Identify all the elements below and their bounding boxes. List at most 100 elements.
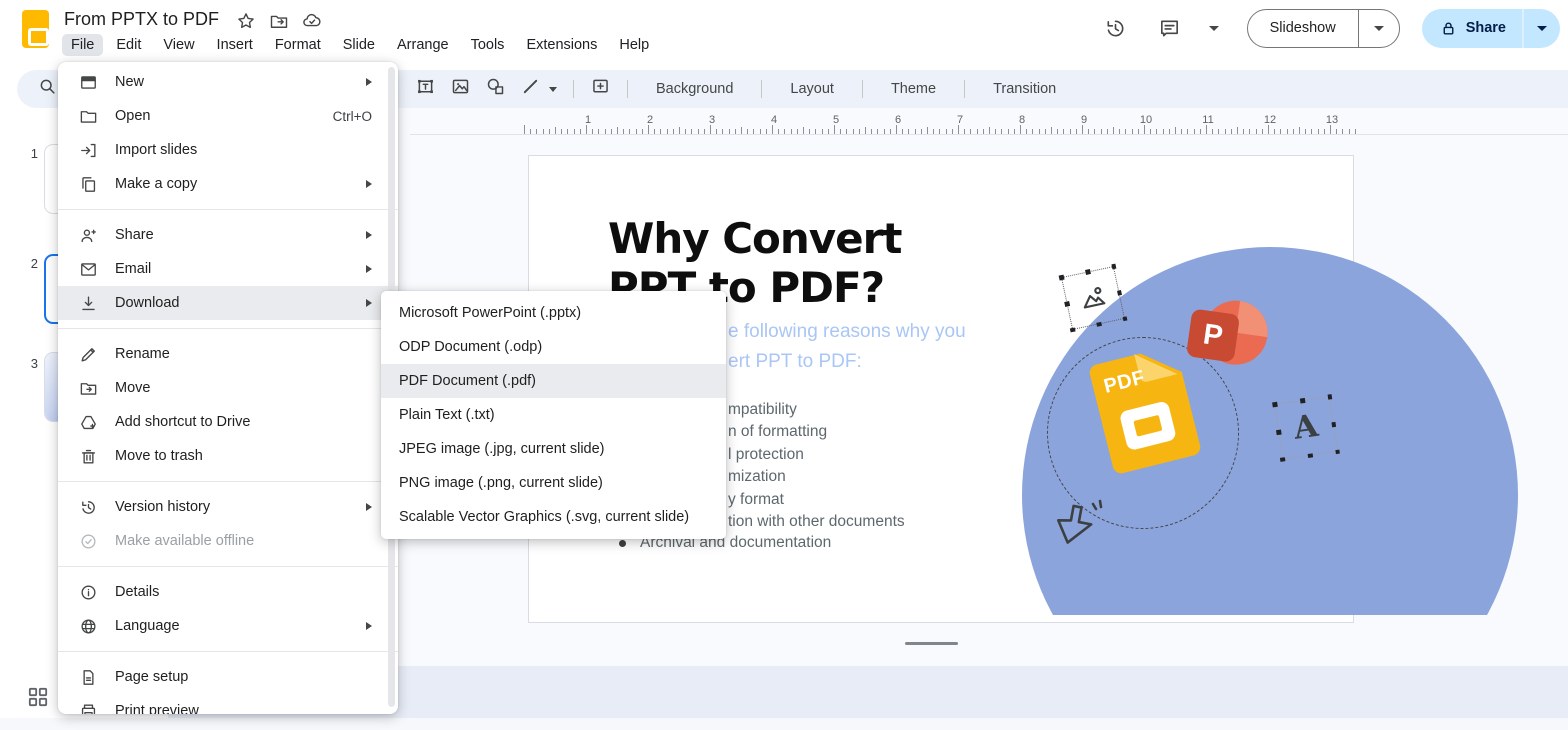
move-to-folder-icon[interactable] bbox=[269, 11, 289, 36]
menu-item-language[interactable]: Language bbox=[58, 609, 398, 643]
slide-number: 3 bbox=[30, 356, 38, 371]
toolbar-divider bbox=[964, 80, 966, 98]
letter-a: A bbox=[1291, 407, 1321, 447]
cursor-arrow-icon bbox=[1052, 493, 1112, 553]
bullet-dot bbox=[619, 539, 626, 547]
document-title[interactable]: From PPTX to PDF bbox=[64, 9, 219, 30]
menu-item-new[interactable]: New bbox=[58, 65, 398, 99]
submenu-item-odp[interactable]: ODP Document (.odp) bbox=[381, 330, 726, 364]
menu-item-print-preview-clipped[interactable]: Print preview bbox=[58, 694, 398, 714]
bullet-fragment: n of formatting bbox=[728, 423, 828, 440]
menu-arrange[interactable]: Arrange bbox=[388, 34, 458, 56]
share-button[interactable]: Share bbox=[1422, 9, 1522, 48]
drive-add-icon bbox=[81, 415, 96, 429]
submenu-item-txt[interactable]: Plain Text (.txt) bbox=[381, 398, 726, 432]
menu-item-email[interactable]: Email bbox=[58, 252, 398, 286]
email-icon bbox=[81, 262, 96, 276]
grid-view-icon[interactable] bbox=[28, 687, 48, 712]
image-placeholder-selection[interactable] bbox=[1058, 263, 1128, 333]
toolbar-divider bbox=[861, 80, 863, 98]
submenu-arrow-icon bbox=[366, 299, 372, 307]
background-button[interactable]: Background bbox=[644, 81, 745, 97]
powerpoint-p-badge: P bbox=[1185, 308, 1241, 363]
menu-edit[interactable]: Edit bbox=[107, 34, 150, 56]
menu-item-download[interactable]: Download bbox=[58, 286, 398, 320]
slideshow-button-group: Slideshow bbox=[1246, 8, 1400, 48]
menu-file[interactable]: File bbox=[62, 34, 104, 56]
menu-tools[interactable]: Tools bbox=[462, 34, 514, 56]
copy-icon bbox=[82, 176, 96, 192]
menu-divider bbox=[58, 209, 398, 210]
menu-slide[interactable]: Slide bbox=[334, 34, 384, 56]
share-dropdown-button[interactable] bbox=[1524, 9, 1560, 48]
menu-item-move[interactable]: Move bbox=[58, 371, 398, 405]
text-box-tool[interactable] bbox=[415, 76, 436, 102]
app-header: From PPTX to PDF File Edit View Insert F… bbox=[0, 0, 1568, 62]
google-slides-app: From PPTX to PDF File Edit View Insert F… bbox=[0, 0, 1568, 730]
version-history-button[interactable] bbox=[1096, 8, 1136, 48]
menu-item-version-history[interactable]: Version history bbox=[58, 490, 398, 524]
menu-item-details[interactable]: Details bbox=[58, 575, 398, 609]
menu-item-import-slides[interactable]: Import slides bbox=[58, 133, 398, 167]
menu-view[interactable]: View bbox=[154, 34, 203, 56]
ruler-ticks: 1 2 3 4 5 6 7 8 9 10 11 12 13 bbox=[524, 114, 1364, 134]
chevron-down-icon bbox=[1537, 25, 1547, 31]
printer-icon bbox=[81, 703, 96, 714]
menu-extensions[interactable]: Extensions bbox=[517, 34, 606, 56]
insert-image-tool[interactable] bbox=[450, 76, 471, 102]
menu-bar: File Edit View Insert Format Slide Arran… bbox=[62, 34, 658, 56]
submenu-item-pdf[interactable]: PDF Document (.pdf) bbox=[381, 364, 726, 398]
slideshow-button[interactable]: Slideshow bbox=[1248, 10, 1358, 47]
menu-item-rename[interactable]: Rename bbox=[58, 337, 398, 371]
import-icon bbox=[81, 143, 96, 157]
bottom-strip bbox=[0, 718, 1568, 730]
bullet-fragment: mization bbox=[728, 468, 786, 485]
person-add-icon bbox=[81, 229, 96, 242]
toolbar-divider bbox=[573, 80, 574, 98]
chevron-down-icon[interactable] bbox=[1208, 25, 1219, 31]
menu-insert[interactable]: Insert bbox=[208, 34, 262, 56]
menu-item-move-to-trash[interactable]: Move to trash bbox=[58, 439, 398, 473]
share-button-group: Share bbox=[1421, 8, 1560, 48]
slide-subtitle-fragment: e following reasons why you bbox=[728, 321, 966, 342]
meet-button[interactable] bbox=[1204, 25, 1219, 31]
transition-button[interactable]: Transition bbox=[981, 81, 1068, 97]
search-icon[interactable] bbox=[37, 76, 58, 102]
insert-comment-tool[interactable] bbox=[590, 76, 611, 102]
bullet-fragment: y format bbox=[728, 491, 784, 508]
submenu-item-jpeg[interactable]: JPEG image (.jpg, current slide) bbox=[381, 432, 726, 466]
comments-button[interactable] bbox=[1150, 8, 1190, 48]
theme-button[interactable]: Theme bbox=[879, 81, 948, 97]
slide-number: 2 bbox=[30, 256, 38, 271]
menu-item-make-a-copy[interactable]: Make a copy bbox=[58, 167, 398, 201]
menu-divider bbox=[58, 566, 398, 567]
submenu-item-svg[interactable]: Scalable Vector Graphics (.svg, current … bbox=[381, 500, 726, 534]
menu-item-add-shortcut-to-drive[interactable]: Add shortcut to Drive bbox=[58, 405, 398, 439]
line-tool-dropdown-icon[interactable] bbox=[549, 86, 557, 92]
star-icon[interactable] bbox=[236, 11, 256, 36]
chevron-down-icon bbox=[1373, 25, 1384, 31]
submenu-item-pptx[interactable]: Microsoft PowerPoint (.pptx) bbox=[381, 296, 726, 330]
insert-shape-tool[interactable] bbox=[485, 76, 506, 102]
trash-icon bbox=[81, 449, 96, 464]
menu-item-open[interactable]: Open Ctrl+O bbox=[58, 99, 398, 133]
menu-item-share[interactable]: Share bbox=[58, 218, 398, 252]
download-submenu-panel: Microsoft PowerPoint (.pptx) ODP Documen… bbox=[381, 291, 726, 539]
slideshow-dropdown-button[interactable] bbox=[1359, 10, 1399, 47]
slides-logo-icon[interactable] bbox=[22, 10, 49, 48]
insert-line-tool[interactable] bbox=[520, 76, 541, 102]
submenu-item-png[interactable]: PNG image (.png, current slide) bbox=[381, 466, 726, 500]
submenu-arrow-icon bbox=[366, 231, 372, 239]
submenu-arrow-icon bbox=[366, 503, 372, 511]
speaker-notes-drag-handle[interactable] bbox=[905, 642, 958, 645]
cloud-saved-icon[interactable] bbox=[302, 11, 322, 36]
layout-button[interactable]: Layout bbox=[778, 81, 846, 97]
menu-divider bbox=[58, 651, 398, 652]
menu-item-make-available-offline: Make available offline bbox=[58, 524, 398, 558]
menu-help[interactable]: Help bbox=[610, 34, 658, 56]
menu-item-page-setup[interactable]: Page setup bbox=[58, 660, 398, 694]
share-button-label: Share bbox=[1465, 20, 1506, 36]
menu-format[interactable]: Format bbox=[266, 34, 330, 56]
globe-icon bbox=[81, 618, 96, 634]
text-placeholder-selection[interactable]: A bbox=[1272, 394, 1340, 462]
